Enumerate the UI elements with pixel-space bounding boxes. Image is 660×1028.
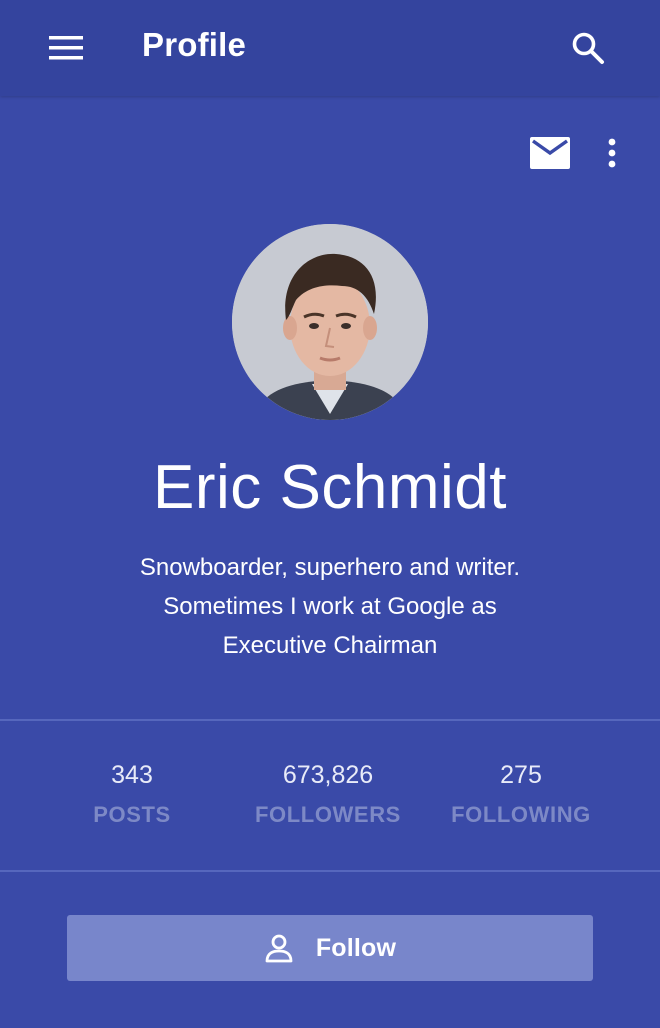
follow-button[interactable]: Follow bbox=[67, 915, 593, 981]
more-vert-icon bbox=[608, 138, 616, 168]
menu-button[interactable] bbox=[38, 22, 94, 74]
follow-label: Follow bbox=[315, 933, 397, 962]
stat-label: FOLLOWERS bbox=[255, 802, 401, 827]
person-outline-icon bbox=[265, 934, 293, 963]
stat-label: POSTS bbox=[93, 802, 171, 827]
bio-line: Executive Chairman bbox=[222, 632, 438, 659]
divider bbox=[0, 870, 660, 872]
bio-line: Snowboarder, superhero and writer. bbox=[139, 554, 521, 581]
page-title: Profile bbox=[142, 26, 247, 63]
stat-value: 343 bbox=[111, 761, 153, 789]
stat-value: 673,826 bbox=[282, 761, 374, 789]
stat-label: FOLLOWING bbox=[451, 802, 591, 827]
mail-icon bbox=[530, 137, 570, 169]
search-icon bbox=[572, 32, 604, 64]
profile-photo bbox=[232, 224, 428, 420]
profile-bio: Snowboarder, superhero and writer. Somet… bbox=[100, 548, 560, 665]
stat-posts[interactable]: 343 POSTS bbox=[22, 758, 242, 828]
hamburger-menu-icon bbox=[49, 36, 83, 60]
avatar bbox=[232, 224, 428, 420]
message-button[interactable] bbox=[522, 128, 578, 178]
search-button[interactable] bbox=[560, 22, 616, 74]
bio-line: Sometimes I work at Google as bbox=[163, 593, 497, 620]
profile-name: Eric Schmidt bbox=[153, 453, 507, 522]
divider bbox=[0, 719, 660, 721]
app-bar: Profile bbox=[0, 0, 660, 96]
more-options-button[interactable] bbox=[588, 128, 636, 178]
stat-followers[interactable]: 673,826 FOLLOWERS bbox=[218, 758, 438, 828]
stat-following[interactable]: 275 FOLLOWING bbox=[411, 758, 631, 828]
stat-value: 275 bbox=[500, 761, 542, 789]
profile-screen: Profile Eric Schmidt Snowboarder, superh… bbox=[0, 0, 660, 1028]
